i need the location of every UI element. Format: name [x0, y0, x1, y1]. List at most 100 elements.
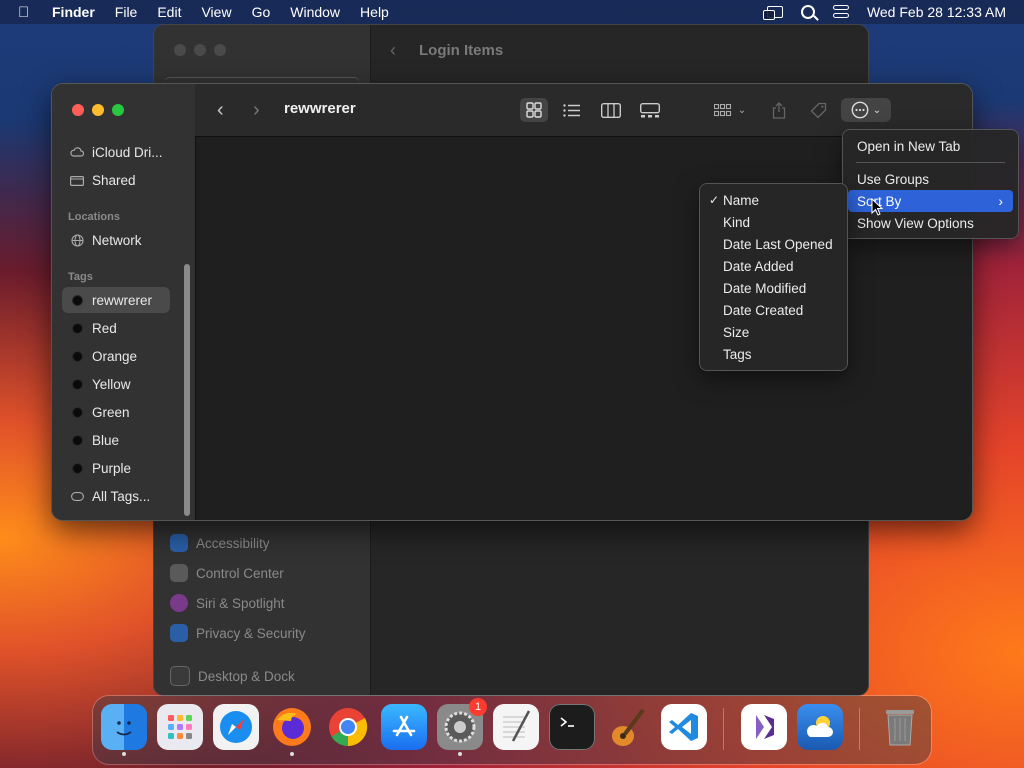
sidebar-tag-rewwrerer[interactable]: rewwrerer: [62, 287, 170, 313]
safari-app-icon[interactable]: [213, 704, 259, 750]
cloud-icon: [70, 147, 84, 157]
settings-item-label: Desktop & Dock: [198, 668, 295, 684]
grid-icon: [526, 102, 542, 118]
menu-clock[interactable]: Wed Feb 28 12:33 AM: [867, 4, 1006, 20]
globe-icon: [70, 233, 84, 247]
menu-separator: [856, 162, 1005, 163]
tag-button[interactable]: [808, 98, 828, 122]
close-button[interactable]: [72, 104, 84, 116]
menu-go[interactable]: Go: [252, 4, 271, 20]
sort-item-name[interactable]: ✓ Name: [705, 189, 842, 211]
siri-icon: [170, 594, 188, 612]
settings-item-label: Accessibility: [196, 535, 270, 551]
sidebar-tag-purple[interactable]: Purple: [62, 455, 170, 481]
sort-by-submenu: ✓ Name Kind Date Last Opened Date Added …: [700, 184, 847, 370]
sidebar-tag-orange[interactable]: Orange: [62, 343, 170, 369]
sort-item-date-last-opened[interactable]: Date Last Opened: [705, 233, 842, 255]
gallery-view-button[interactable]: [639, 98, 661, 122]
system-settings-app-icon[interactable]: 1: [437, 698, 487, 756]
menu-app-name[interactable]: Finder: [52, 4, 95, 20]
settings-page-title: Login Items: [419, 42, 504, 59]
menu-item-open-new-tab[interactable]: Open in New Tab: [848, 135, 1013, 157]
shared-folder-icon: [70, 175, 84, 186]
chevron-right-icon: ›: [998, 193, 1003, 209]
share-button[interactable]: [770, 98, 788, 122]
tag-dot-icon: [71, 378, 83, 390]
weather-app-icon[interactable]: [797, 704, 843, 750]
sidebar-tag-yellow[interactable]: Yellow: [62, 371, 170, 397]
locations-header: Locations: [68, 211, 120, 223]
sidebar-all-tags[interactable]: All Tags...: [62, 483, 170, 509]
column-view-button[interactable]: [600, 98, 622, 122]
tag-dot-icon: [71, 294, 83, 306]
sidebar-tag-green[interactable]: Green: [62, 399, 170, 425]
visual-studio-app-icon[interactable]: [741, 704, 787, 750]
settings-item-desktop-dock[interactable]: Desktop & Dock: [170, 661, 306, 691]
sort-item-tags[interactable]: Tags: [705, 343, 842, 365]
sort-item-date-modified[interactable]: Date Modified: [705, 277, 842, 299]
forward-chevron-icon[interactable]: ›: [253, 98, 260, 122]
sort-item-date-created[interactable]: Date Created: [705, 299, 842, 321]
more-actions-button[interactable]: ⌄: [841, 98, 891, 122]
sidebar-tag-blue[interactable]: Blue: [62, 427, 170, 453]
menu-window[interactable]: Window: [290, 4, 340, 20]
list-view-button[interactable]: [561, 98, 581, 122]
vscode-app-icon[interactable]: [661, 704, 707, 750]
sort-item-kind[interactable]: Kind: [705, 211, 842, 233]
sidebar-scrollbar[interactable]: [184, 264, 190, 516]
apple-menu-icon[interactable]: : [18, 4, 36, 21]
sidebar-item-network[interactable]: Network: [62, 227, 170, 253]
back-chevron-icon[interactable]: ‹: [390, 40, 396, 61]
sidebar-item-label: Red: [92, 320, 117, 336]
sidebar-item-label: Shared: [92, 172, 136, 188]
traffic-lights: [72, 104, 124, 116]
textedit-app-icon[interactable]: [493, 704, 539, 750]
finder-app-icon[interactable]: [101, 704, 147, 756]
zoom-button[interactable]: [112, 104, 124, 116]
settings-item-siri[interactable]: Siri & Spotlight: [170, 588, 306, 618]
sort-item-date-added[interactable]: Date Added: [705, 255, 842, 277]
minimize-button[interactable]: [92, 104, 104, 116]
sidebar-item-icloud[interactable]: iCloud Dri...: [62, 139, 170, 165]
chevron-down-icon: ⌄: [872, 104, 882, 116]
launchpad-app-icon[interactable]: [157, 704, 203, 750]
columns-icon: [601, 102, 621, 118]
menu-item-use-groups[interactable]: Use Groups: [848, 168, 1013, 190]
sidebar-item-shared[interactable]: Shared: [62, 167, 170, 193]
ellipsis-circle-icon: [851, 101, 869, 119]
firefox-app-icon[interactable]: [269, 704, 315, 756]
settings-item-privacy[interactable]: Privacy & Security: [170, 618, 306, 648]
menu-edit[interactable]: Edit: [157, 4, 181, 20]
chrome-app-icon[interactable]: [325, 704, 371, 750]
menu-view[interactable]: View: [201, 4, 231, 20]
sidebar-item-label: Yellow: [92, 376, 131, 392]
tag-dot-icon: [71, 322, 83, 334]
settings-item-accessibility[interactable]: Accessibility: [170, 528, 306, 558]
menu-help[interactable]: Help: [360, 4, 389, 20]
sidebar-item-label: Green: [92, 404, 130, 420]
settings-item-label: Privacy & Security: [196, 625, 306, 641]
screen-mirroring-icon[interactable]: [762, 6, 783, 20]
control-center-icon: [170, 564, 188, 582]
terminal-app-icon[interactable]: [549, 704, 595, 750]
sort-item-size[interactable]: Size: [705, 321, 842, 343]
sidebar-item-label: Purple: [92, 460, 132, 476]
icon-view-button[interactable]: [520, 98, 548, 122]
spotlight-icon[interactable]: [800, 5, 815, 19]
settings-traffic-lights[interactable]: [174, 44, 226, 56]
settings-item-control-center[interactable]: Control Center: [170, 558, 306, 588]
sidebar-item-label: Orange: [92, 348, 138, 364]
tag-dot-icon: [71, 462, 83, 474]
garageband-app-icon[interactable]: [605, 704, 651, 750]
tags-header: Tags: [68, 271, 93, 283]
back-chevron-icon[interactable]: ‹: [217, 98, 224, 122]
control-center-icon[interactable]: [832, 5, 849, 19]
sidebar-tag-red[interactable]: Red: [62, 315, 170, 341]
group-grid-icon: [713, 103, 731, 116]
app-store-icon[interactable]: [381, 704, 427, 750]
sidebar-item-label: Network: [92, 232, 142, 248]
group-button[interactable]: ⌄: [712, 98, 748, 122]
dock: 1: [93, 696, 931, 764]
trash-app-icon[interactable]: [877, 704, 923, 750]
menu-file[interactable]: File: [115, 4, 138, 20]
